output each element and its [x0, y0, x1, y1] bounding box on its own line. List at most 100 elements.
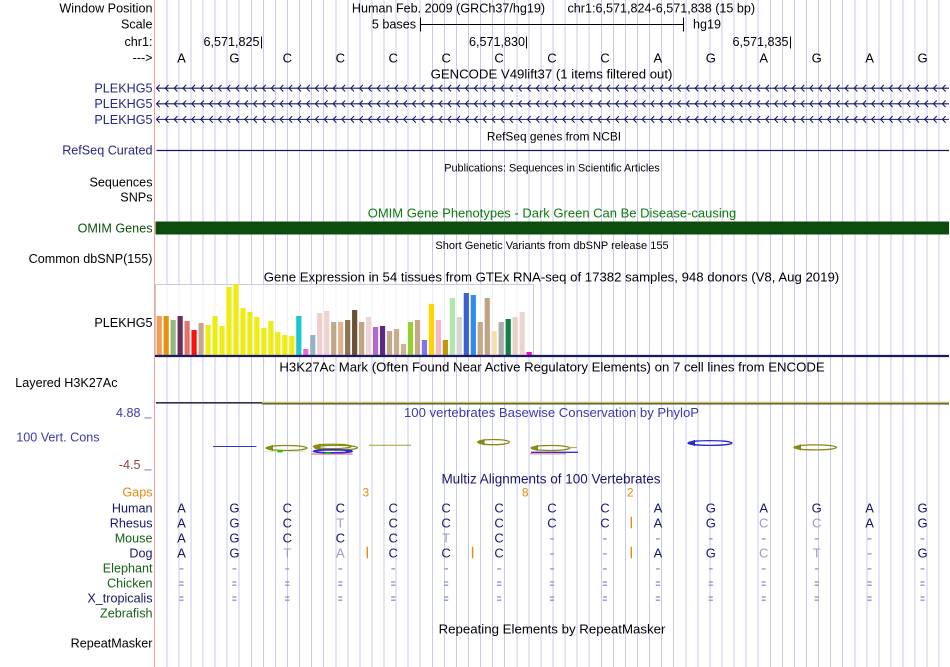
svg-text:C: C — [389, 500, 398, 515]
svg-text:T: T — [336, 515, 344, 530]
svg-text:G: G — [706, 515, 716, 530]
svg-text:Gaps: Gaps — [122, 486, 152, 500]
svg-text:C: C — [441, 50, 450, 65]
svg-text:C: C — [600, 500, 609, 515]
svg-text:C: C — [494, 545, 503, 560]
svg-text:Common dbSNP(155): Common dbSNP(155) — [29, 252, 153, 266]
svg-text:C: C — [441, 515, 450, 530]
svg-text:G: G — [229, 530, 239, 545]
svg-text:G: G — [706, 500, 716, 515]
svg-text:G: G — [917, 500, 927, 515]
svg-text:Mouse: Mouse — [115, 531, 153, 545]
svg-text:hg19: hg19 — [693, 18, 721, 32]
svg-text:H3K27Ac Mark (Often Found Near: H3K27Ac Mark (Often Found Near Active Re… — [279, 360, 825, 375]
svg-text:A: A — [177, 530, 186, 545]
svg-text:A: A — [865, 515, 874, 530]
svg-text:C: C — [494, 530, 503, 545]
svg-text:G: G — [812, 500, 822, 515]
svg-text:8: 8 — [522, 486, 529, 500]
svg-text:T: T — [813, 545, 821, 560]
svg-text:Sequences: Sequences — [89, 176, 152, 190]
svg-text:100 vertebrates Basewise Conse: 100 vertebrates Basewise Conservation by… — [404, 405, 699, 420]
svg-text:A: A — [865, 50, 874, 65]
svg-text:100 Vert. Cons: 100 Vert. Cons — [16, 430, 99, 444]
svg-text:C: C — [336, 530, 345, 545]
svg-text:C: C — [547, 500, 556, 515]
svg-text:C: C — [336, 500, 345, 515]
svg-text:OMIM Gene Phenotypes - Dark Gr: OMIM Gene Phenotypes - Dark Green Can Be… — [368, 206, 737, 221]
svg-text:G: G — [229, 500, 239, 515]
svg-text:--->: ---> — [133, 51, 153, 65]
svg-text:RepeatMasker: RepeatMasker — [71, 637, 153, 651]
svg-text:C: C — [759, 545, 768, 560]
svg-text:T: T — [283, 545, 291, 560]
svg-text:A: A — [865, 500, 874, 515]
svg-text:Short Genetic Variants from db: Short Genetic Variants from dbSNP releas… — [435, 240, 668, 252]
svg-text:chr1:: chr1: — [125, 35, 153, 49]
svg-text:C: C — [494, 515, 503, 530]
svg-text:A: A — [654, 500, 663, 515]
svg-text:Publications: Sequences in Sci: Publications: Sequences in Scientific Ar… — [444, 162, 660, 174]
svg-text:C: C — [389, 50, 398, 65]
svg-text:A: A — [654, 50, 663, 65]
svg-text:X_tropicalis: X_tropicalis — [87, 591, 152, 605]
svg-text:5 bases: 5 bases — [372, 18, 416, 32]
svg-text:6,571,825: 6,571,825 — [203, 35, 259, 49]
svg-text:6,571,835: 6,571,835 — [732, 35, 788, 49]
svg-text:C: C — [389, 515, 398, 530]
svg-text:A: A — [336, 545, 345, 560]
svg-text:2: 2 — [627, 486, 634, 500]
svg-text:A: A — [177, 50, 186, 65]
svg-text:G: G — [706, 50, 716, 65]
svg-text:G: G — [229, 515, 239, 530]
svg-text:A: A — [759, 500, 768, 515]
svg-text:C: C — [283, 500, 292, 515]
svg-text:C: C — [283, 515, 292, 530]
svg-text:C: C — [759, 515, 768, 530]
svg-text:Layered H3K27Ac: Layered H3K27Ac — [15, 376, 117, 390]
svg-text:Rhesus: Rhesus — [110, 516, 153, 530]
svg-text:C: C — [389, 530, 398, 545]
svg-text:Zebrafish: Zebrafish — [100, 606, 153, 620]
svg-text:C: C — [600, 515, 609, 530]
svg-text:C: C — [494, 500, 503, 515]
svg-text:C: C — [494, 50, 503, 65]
svg-text:3: 3 — [362, 486, 369, 500]
svg-text:A: A — [177, 515, 186, 530]
svg-text:Chicken: Chicken — [107, 576, 153, 590]
svg-text:C: C — [441, 500, 450, 515]
svg-text:Elephant: Elephant — [103, 561, 153, 575]
svg-text:T: T — [442, 530, 450, 545]
svg-text:PLEKHG5: PLEKHG5 — [94, 316, 152, 330]
svg-text:RefSeq genes from NCBI: RefSeq genes from NCBI — [487, 129, 621, 143]
svg-text:C: C — [389, 545, 398, 560]
svg-text:G: G — [917, 515, 927, 530]
svg-text:G: G — [812, 50, 822, 65]
svg-text:SNPs: SNPs — [120, 191, 152, 205]
svg-text:C: C — [283, 50, 292, 65]
svg-text:Gene Expression in 54 tissues: Gene Expression in 54 tissues from GTEx … — [264, 269, 839, 284]
svg-text:Window Position: Window Position — [59, 2, 152, 16]
svg-text:C: C — [441, 545, 450, 560]
svg-text:Human: Human — [112, 501, 153, 515]
svg-text:6,571,830: 6,571,830 — [469, 35, 525, 49]
svg-text:4.88: 4.88 — [116, 406, 141, 420]
svg-text:G: G — [229, 545, 239, 560]
svg-text:Human Feb. 2009 (GRCh37/hg19): Human Feb. 2009 (GRCh37/hg19) chr1:6,571… — [352, 1, 755, 15]
svg-text:A: A — [177, 500, 186, 515]
svg-text:OMIM Genes: OMIM Genes — [78, 222, 153, 236]
svg-text:G: G — [917, 545, 927, 560]
svg-text:Dog: Dog — [129, 546, 152, 560]
svg-text:PLEKHG5: PLEKHG5 — [94, 113, 152, 127]
svg-text:Scale: Scale — [121, 18, 153, 32]
svg-text:A: A — [654, 515, 663, 530]
svg-text:G: G — [229, 50, 239, 65]
svg-text:G: G — [706, 545, 716, 560]
svg-text:C: C — [547, 515, 556, 530]
svg-text:-4.5: -4.5 — [119, 458, 141, 472]
svg-text:Repeating Elements by RepeatMa: Repeating Elements by RepeatMasker — [439, 622, 666, 637]
svg-text:C: C — [336, 50, 345, 65]
svg-text:C: C — [283, 530, 292, 545]
svg-text:C: C — [547, 50, 556, 65]
svg-text:G: G — [917, 50, 927, 65]
